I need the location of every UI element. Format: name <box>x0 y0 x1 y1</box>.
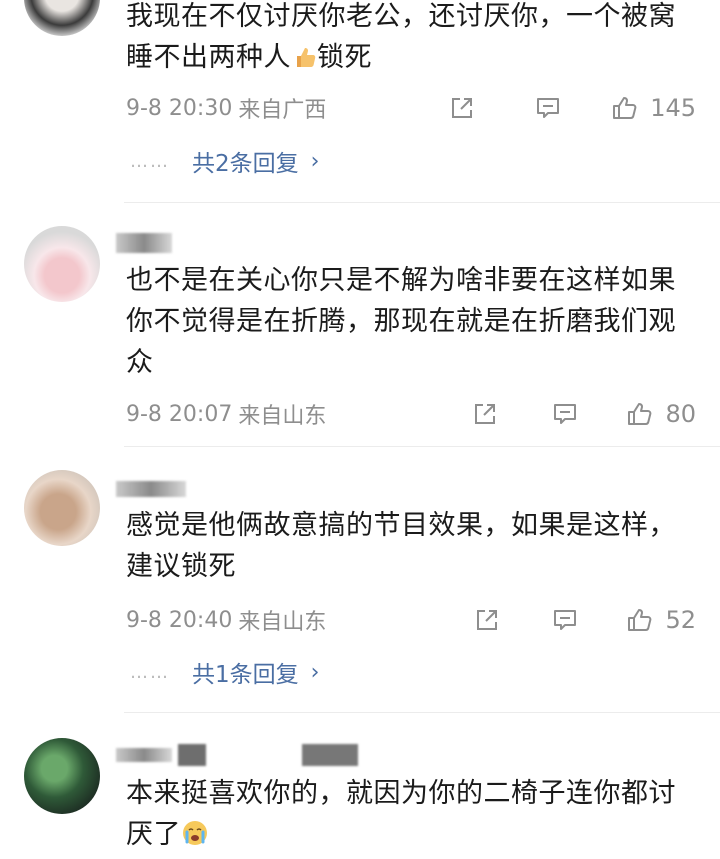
share-icon <box>475 404 496 424</box>
comment-button[interactable] <box>528 90 568 126</box>
avatar[interactable] <box>24 0 100 36</box>
comment-actions: 52 <box>467 602 696 638</box>
divider <box>124 202 720 203</box>
share-button[interactable] <box>467 602 507 638</box>
share-button[interactable] <box>442 90 482 126</box>
divider <box>124 712 720 713</box>
comment-time: 9-8 20:07 <box>126 401 233 427</box>
comment-location: 来自山东 <box>238 610 327 635</box>
comment-time: 9-8 20:40 <box>126 607 233 633</box>
username-redacted <box>116 744 358 766</box>
reply-dots: …… <box>130 150 170 172</box>
reply-dots: …… <box>130 661 170 683</box>
comment-text: 也不是在关心你只是不解为啥非要在这样如果你不觉得是在折腾，那现在就是在折磨我们观… <box>126 265 676 378</box>
comment-text: 本来挺喜欢你的，就因为你的二椅子连你都讨厌了 <box>126 773 701 859</box>
thumbs-up-icon <box>628 609 652 631</box>
comment-location: 来自广西 <box>238 98 327 123</box>
thumbs-up-icon <box>628 403 652 425</box>
comment-icon <box>537 98 560 118</box>
comment-button[interactable] <box>545 396 585 432</box>
divider <box>124 446 720 447</box>
reply-count: 共1条回复 <box>192 662 299 688</box>
comment-icon <box>554 610 577 630</box>
like-count: 52 <box>665 606 696 634</box>
chevron-right-icon: › <box>310 148 320 174</box>
reply-count: 共2条回复 <box>192 151 299 177</box>
thumbs-up-emoji <box>291 41 317 82</box>
share-button[interactable] <box>465 396 505 432</box>
comment-text: 我现在不仅讨厌你老公，还讨厌你，一个被窝睡不出两种人 锁死 <box>126 0 701 82</box>
crying-face-emoji <box>181 818 209 859</box>
like-button[interactable] <box>604 90 644 126</box>
like-button[interactable] <box>619 396 659 432</box>
share-icon <box>477 610 498 630</box>
comment-text: 感觉是他俩故意搞的节目效果，如果是这样，建议锁死 <box>126 510 676 582</box>
username-redacted <box>116 478 186 500</box>
like-button[interactable] <box>619 602 659 638</box>
like-count: 80 <box>665 400 696 428</box>
comment-location: 来自山东 <box>238 404 327 429</box>
avatar[interactable] <box>24 470 100 546</box>
like-count: 145 <box>650 94 696 122</box>
username-redacted <box>116 232 172 254</box>
avatar[interactable] <box>24 738 100 814</box>
comment-actions: 80 <box>465 396 696 432</box>
view-replies-link[interactable]: …… 共2条回复 › <box>130 144 319 178</box>
thumbs-up-icon <box>613 97 637 119</box>
comment-time: 9-8 20:30 <box>126 95 233 121</box>
comment-icon <box>554 404 577 424</box>
avatar[interactable] <box>24 226 100 302</box>
share-icon <box>452 98 473 118</box>
chevron-right-icon: › <box>310 659 320 685</box>
comment-button[interactable] <box>545 602 585 638</box>
comment-actions: 145 <box>442 90 696 126</box>
view-replies-link[interactable]: …… 共1条回复 › <box>130 655 319 689</box>
